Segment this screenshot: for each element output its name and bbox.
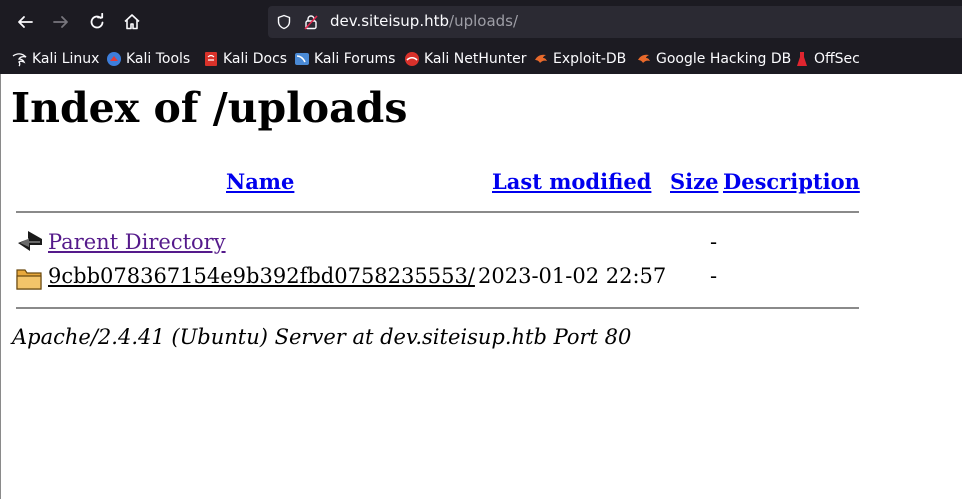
kali-tools-icon (106, 51, 122, 67)
bookmark-exploit-db[interactable]: Exploit-DB (533, 49, 626, 69)
forward-arrow-icon (53, 16, 68, 28)
bookmark-kali-docs[interactable]: Kali Docs (203, 49, 287, 69)
bookmark-kali-nethunter[interactable]: Kali NetHunter (404, 49, 526, 69)
bookmarks-toolbar: Kali Linux Kali Tools Kali Docs Kali For… (0, 44, 962, 74)
back-arrow-icon (18, 16, 33, 28)
sort-by-name-link[interactable]: Name (226, 169, 294, 194)
kali-docs-icon (203, 51, 219, 67)
reload-button[interactable] (83, 8, 111, 36)
url-path: /uploads/ (449, 12, 519, 30)
exploit-db-icon (533, 51, 549, 67)
home-icon (124, 14, 140, 30)
header-divider (16, 211, 859, 213)
offsec-icon (794, 51, 810, 67)
size-cell: - (710, 230, 718, 254)
page-content: Index of /uploads Name Last modified Siz… (0, 74, 962, 499)
bookmark-google-hacking-db[interactable]: Google Hacking DB (636, 49, 791, 69)
reload-icon (90, 13, 104, 29)
bookmark-label: Kali Linux (32, 51, 100, 67)
tracking-protection-shield-icon[interactable] (275, 13, 293, 31)
sort-by-size-link[interactable]: Size (670, 169, 718, 194)
last-modified-cell: 2023-01-02 22:57 (478, 264, 667, 288)
home-button[interactable] (118, 8, 146, 36)
folder-icon (16, 269, 42, 290)
kali-dragon-icon (12, 51, 28, 67)
back-button[interactable] (11, 8, 39, 36)
parent-directory-link[interactable]: Parent Directory (48, 230, 226, 254)
google-hacking-db-icon (636, 51, 652, 67)
footer-divider (16, 307, 859, 309)
bookmark-label: Google Hacking DB (656, 51, 792, 67)
bookmark-kali-tools[interactable]: Kali Tools (106, 49, 190, 69)
kali-forums-icon (294, 51, 310, 67)
bookmark-kali-linux[interactable]: Kali Linux (12, 49, 99, 69)
sort-by-last-modified-link[interactable]: Last modified (492, 169, 651, 194)
bookmark-label: Kali Forums (314, 51, 396, 67)
sort-by-description-link[interactable]: Description (723, 169, 860, 194)
bookmark-offsec[interactable]: OffSec (794, 49, 860, 69)
forward-button[interactable] (47, 8, 75, 36)
url-text[interactable]: dev.siteisup.htb/uploads/ (330, 12, 518, 30)
browser-chrome: dev.siteisup.htb/uploads/ Kali Linux Kal… (0, 0, 962, 74)
server-signature: Apache/2.4.41 (Ubuntu) Server at dev.sit… (12, 325, 632, 349)
insecure-lock-icon[interactable] (302, 13, 320, 31)
address-bar[interactable]: dev.siteisup.htb/uploads/ (268, 6, 962, 38)
bookmark-kali-forums[interactable]: Kali Forums (294, 49, 395, 69)
folder-link[interactable]: 9cbb078367154e9b392fbd0758235553/ (48, 264, 475, 288)
page-title: Index of /uploads (11, 84, 408, 132)
back-arrow-icon (18, 231, 42, 251)
bookmark-label: Exploit-DB (553, 51, 627, 67)
bookmark-label: Kali Tools (126, 51, 191, 67)
kali-nethunter-icon (404, 51, 420, 67)
browser-toolbar: dev.siteisup.htb/uploads/ (0, 0, 962, 44)
url-host: dev.siteisup.htb (330, 12, 450, 30)
bookmark-label: Kali NetHunter (424, 51, 527, 67)
bookmark-label: Kali Docs (223, 51, 288, 67)
bookmark-label: OffSec (814, 51, 860, 67)
size-cell: - (710, 264, 718, 288)
